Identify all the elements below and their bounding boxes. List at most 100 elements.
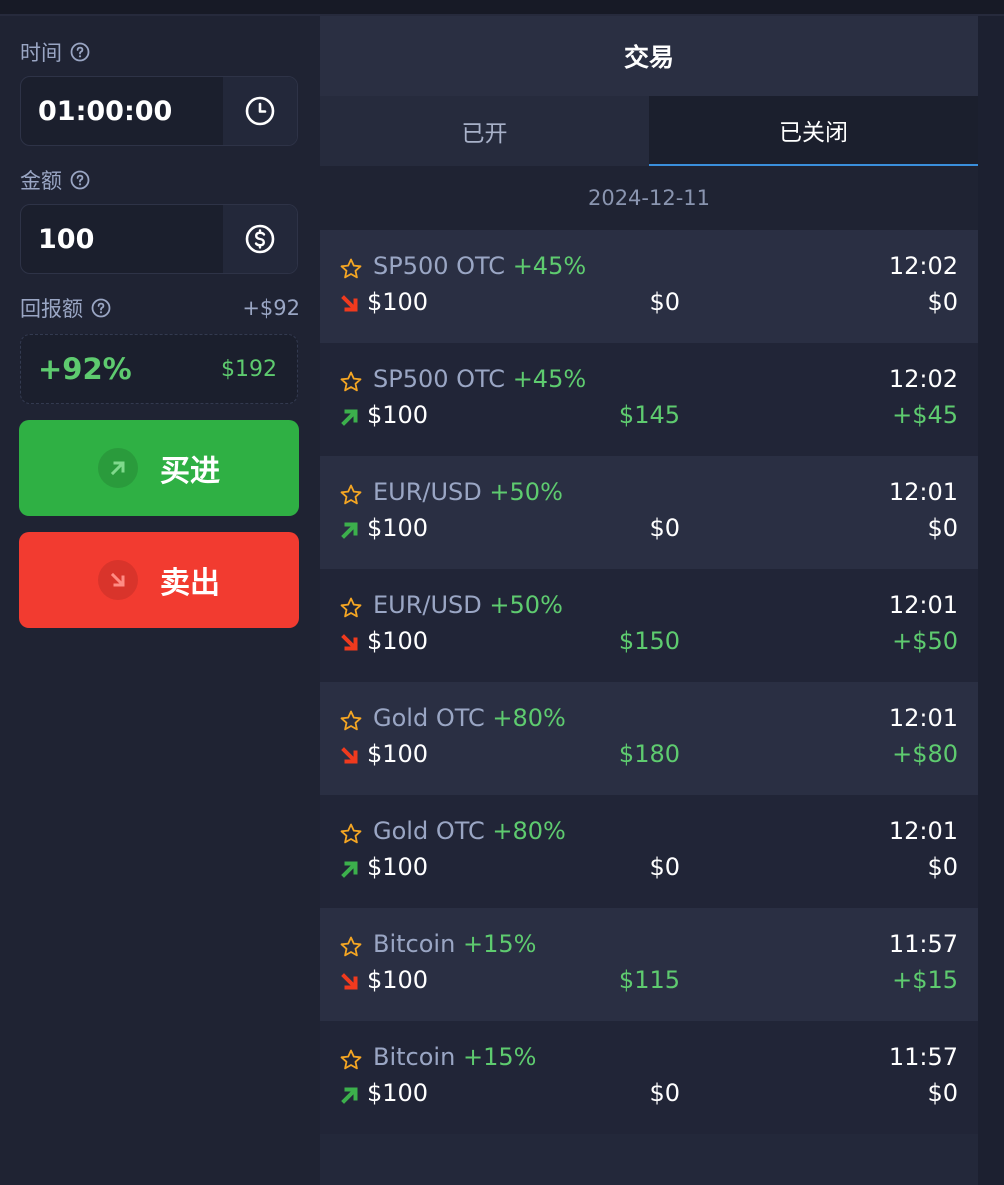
trade-profit: $0: [927, 853, 958, 881]
arrow-down-right-icon: [341, 634, 358, 651]
amount-currency-button[interactable]: [223, 205, 297, 273]
trade-time: 12:01: [888, 478, 958, 506]
asset-payout-percent: +45%: [512, 252, 587, 280]
asset-payout-percent: +80%: [492, 704, 566, 732]
amount-value[interactable]: 100: [21, 205, 223, 273]
time-label: 时间: [20, 41, 62, 65]
star-outline-icon[interactable]: [339, 596, 363, 620]
trade-row[interactable]: EUR/USD +50% 12:01 $100 $0 $0: [320, 456, 978, 569]
trade-row[interactable]: SP500 OTC +45% 12:02 $100 $0 $0: [320, 230, 978, 343]
star-outline-icon[interactable]: [339, 257, 363, 281]
trade-row[interactable]: SP500 OTC +45% 12:02 $100 $145 +$45: [320, 343, 978, 456]
buy-icon-circle: [98, 448, 138, 488]
star-outline-icon[interactable]: [339, 935, 363, 959]
star-outline-icon[interactable]: [339, 1048, 363, 1072]
asset-payout-percent: +50%: [489, 591, 563, 619]
trade-time: 11:57: [888, 1043, 958, 1071]
trade-row[interactable]: EUR/USD +50% 12:01 $100 $150 +$50: [320, 569, 978, 682]
trade-result: $0: [649, 1079, 680, 1107]
payout-total: $192: [221, 356, 277, 382]
trade-tabs: 已开 已关闭: [320, 96, 978, 166]
asset-name: EUR/USD: [373, 478, 482, 506]
trade-profit: $0: [927, 514, 958, 542]
help-circle-icon[interactable]: [70, 42, 90, 62]
asset-payout-percent: +15%: [462, 1043, 537, 1071]
trade-result: $180: [618, 740, 680, 768]
asset-line: EUR/USD +50%: [373, 591, 563, 619]
trades-panel: 交易 已开 已关闭 2024-12-11 SP500 OTC +45% 12:02…: [320, 16, 978, 1185]
arrow-up-right-icon: [341, 1087, 358, 1104]
trade-row[interactable]: Gold OTC +80% 12:01 $100 $180 +$80: [320, 682, 978, 795]
time-field[interactable]: 01:00:00: [20, 76, 298, 146]
trade-time: 12:02: [888, 365, 958, 393]
trade-profit: $0: [927, 1079, 958, 1107]
arrow-up-right-icon: [341, 522, 358, 539]
asset-line: Gold OTC +80%: [373, 704, 566, 732]
payout-profit: +$92: [242, 296, 300, 320]
asset-name: Gold OTC: [373, 704, 485, 732]
star-outline-icon[interactable]: [339, 483, 363, 507]
asset-line: SP500 OTC +45%: [373, 252, 586, 280]
trade-time: 11:57: [888, 930, 958, 958]
asset-name: Bitcoin: [373, 1043, 456, 1071]
buy-button[interactable]: 买进: [19, 420, 299, 516]
arrow-up-right-icon: [341, 861, 358, 878]
asset-payout-percent: +50%: [489, 478, 563, 506]
asset-line: EUR/USD +50%: [373, 478, 563, 506]
trade-amount: $100: [367, 401, 429, 429]
arrow-up-right-icon: [110, 461, 125, 476]
tab-closed[interactable]: 已关闭: [649, 96, 978, 166]
asset-line: Bitcoin +15%: [373, 930, 536, 958]
asset-name: Bitcoin: [373, 930, 456, 958]
payout-box: +92% $192: [20, 334, 298, 404]
help-circle-icon[interactable]: [91, 298, 111, 318]
trade-time: 12:01: [888, 817, 958, 845]
trade-row[interactable]: Bitcoin +15% 11:57 $100 $0 $0: [320, 1021, 978, 1134]
star-outline-icon[interactable]: [339, 709, 363, 733]
asset-name: SP500 OTC: [373, 252, 506, 280]
asset-line: SP500 OTC +45%: [373, 365, 586, 393]
trade-row[interactable]: Bitcoin +15% 11:57 $100 $115 +$15: [320, 908, 978, 1021]
amount-field[interactable]: 100: [20, 204, 298, 274]
scroll-gutter: [978, 16, 1004, 1185]
asset-payout-percent: +80%: [492, 817, 566, 845]
trade-amount: $100: [367, 1079, 429, 1107]
trade-amount: $100: [367, 514, 429, 542]
sell-button[interactable]: 卖出: [19, 532, 299, 628]
trade-amount: $100: [367, 853, 429, 881]
top-bar: [0, 0, 1004, 14]
panel-title: 交易: [320, 16, 978, 96]
arrow-down-right-icon: [110, 572, 125, 587]
amount-label: 金额: [20, 169, 62, 193]
arrow-down-right-icon: [341, 747, 358, 764]
arrow-down-right-icon: [341, 973, 358, 990]
tab-open[interactable]: 已开: [320, 96, 649, 166]
time-value[interactable]: 01:00:00: [21, 77, 223, 145]
trade-profit: +$45: [892, 401, 958, 429]
trade-result: $0: [649, 514, 680, 542]
buy-label: 买进: [160, 454, 220, 489]
trade-time: 12:01: [888, 704, 958, 732]
trade-profit: +$15: [892, 966, 958, 994]
trade-row[interactable]: Gold OTC +80% 12:01 $100 $0 $0: [320, 795, 978, 908]
star-outline-icon[interactable]: [339, 370, 363, 394]
order-panel: 时间 01:00:00 金额 100 回报额 +$92 +92% $192 买进…: [0, 16, 318, 1185]
star-outline-icon[interactable]: [339, 822, 363, 846]
asset-line: Gold OTC +80%: [373, 817, 566, 845]
trade-amount: $100: [367, 627, 429, 655]
arrow-up-right-icon: [341, 409, 358, 426]
trade-list: SP500 OTC +45% 12:02 $100 $0 $0 SP500 OTC +45…: [320, 230, 978, 1134]
clock-icon: [245, 96, 275, 126]
payout-label-row: 回报额: [20, 293, 111, 323]
trade-result: $145: [618, 401, 680, 429]
amount-label-row: 金额: [20, 165, 90, 195]
time-label-row: 时间: [20, 37, 90, 67]
trade-time: 12:02: [888, 252, 958, 280]
trade-amount: $100: [367, 288, 429, 316]
help-circle-icon[interactable]: [70, 170, 90, 190]
trade-amount: $100: [367, 966, 429, 994]
arrow-down-right-icon: [341, 295, 358, 312]
trade-result: $115: [618, 966, 680, 994]
asset-line: Bitcoin +15%: [373, 1043, 536, 1071]
time-picker-button[interactable]: [223, 77, 297, 145]
